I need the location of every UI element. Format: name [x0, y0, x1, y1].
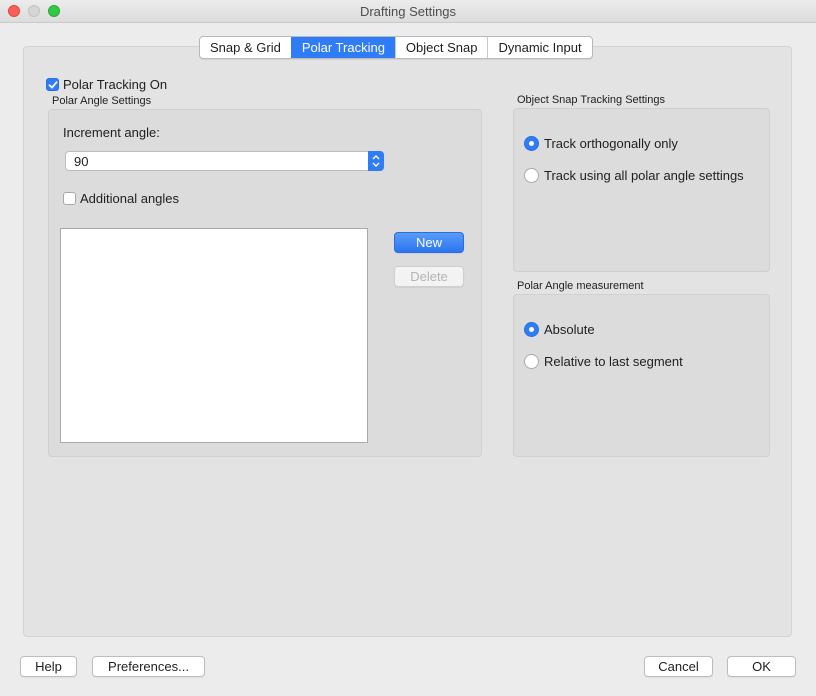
polar-tracking-on-checkbox[interactable] — [46, 78, 59, 91]
tab-dynamic-input[interactable]: Dynamic Input — [487, 37, 591, 58]
additional-angles-label: Additional angles — [80, 191, 180, 206]
increment-angle-value: 90 — [74, 154, 89, 169]
delete-angle-button[interactable]: Delete — [394, 266, 464, 287]
polar-angle-settings-title: Polar Angle Settings — [52, 95, 152, 107]
tab-snap-grid[interactable]: Snap & Grid — [200, 37, 291, 58]
polar-angle-measurement-group — [513, 294, 770, 457]
track-orthogonally-label: Track orthogonally only — [544, 136, 678, 151]
polar-angle-measurement-title: Polar Angle measurement — [517, 280, 644, 292]
object-snap-tracking-group — [513, 108, 770, 272]
tab-polar-tracking[interactable]: Polar Tracking — [290, 37, 395, 58]
chevron-updown-icon — [368, 151, 384, 171]
tab-object-snap[interactable]: Object Snap — [394, 37, 488, 58]
new-angle-button[interactable]: New — [394, 232, 464, 253]
ok-button[interactable]: OK — [727, 656, 796, 677]
tab-bar: Snap & Grid Polar Tracking Object Snap D… — [199, 36, 593, 59]
help-button[interactable]: Help — [20, 656, 77, 677]
title-bar: Drafting Settings — [0, 0, 816, 23]
additional-angles-checkbox[interactable] — [63, 192, 76, 205]
object-snap-tracking-title: Object Snap Tracking Settings — [517, 94, 665, 106]
absolute-label: Absolute — [544, 322, 595, 337]
relative-last-segment-label: Relative to last segment — [544, 354, 683, 369]
track-orthogonally-radio[interactable] — [524, 136, 539, 151]
relative-last-segment-radio[interactable] — [524, 354, 539, 369]
polar-tracking-on-label: Polar Tracking On — [63, 77, 168, 92]
checkmark-icon — [48, 81, 58, 89]
preferences-button[interactable]: Preferences... — [92, 656, 205, 677]
absolute-radio[interactable] — [524, 322, 539, 337]
increment-angle-select[interactable]: 90 — [65, 151, 384, 171]
track-all-polar-label: Track using all polar angle settings — [544, 168, 744, 183]
window-title: Drafting Settings — [359, 4, 457, 19]
additional-angles-list[interactable] — [60, 228, 368, 443]
increment-angle-label: Increment angle: — [63, 125, 160, 140]
track-all-polar-radio[interactable] — [524, 168, 539, 183]
cancel-button[interactable]: Cancel — [644, 656, 713, 677]
